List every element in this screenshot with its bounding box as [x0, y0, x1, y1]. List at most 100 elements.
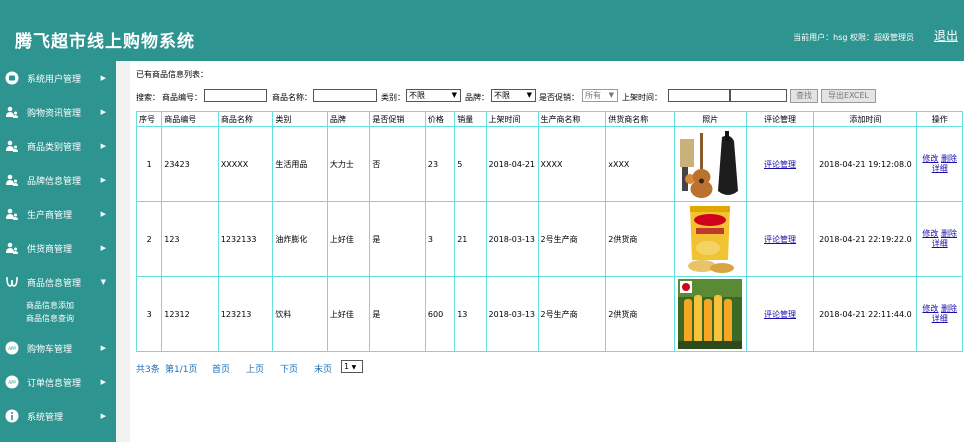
chevron-right-icon: ▶	[100, 74, 106, 82]
sidebar-item-supplier[interactable]: 供货商管理 ▶	[0, 231, 116, 265]
cell-photo	[673, 201, 747, 277]
delete-link[interactable]: 删除	[941, 154, 957, 163]
chevron-right-icon: ▶	[100, 210, 106, 218]
search-prefix: 搜索：	[136, 93, 160, 102]
col-header: 评论管理	[745, 111, 815, 127]
sidebar-item-system[interactable]: 系统管理 ▶	[0, 399, 116, 433]
logout-link[interactable]: 退出	[934, 27, 958, 44]
col-header: 价格	[424, 111, 456, 127]
cell-supplier: xXXX	[605, 126, 675, 202]
cell-name: 1232133	[217, 201, 274, 277]
cell-price: 600	[424, 276, 456, 352]
list-title: 已有商品信息列表：	[136, 70, 208, 79]
pager-next-link[interactable]: 下页	[280, 362, 298, 375]
pager-page: 第1/1页	[165, 365, 198, 375]
brand-select[interactable]: 不限 ▼	[491, 89, 536, 102]
product-code-input[interactable]	[204, 89, 267, 102]
cell-supplier: 2供货商	[605, 201, 675, 277]
delete-link[interactable]: 删除	[941, 304, 957, 313]
sidebar-item-cart[interactable]: APP 购物车管理 ▶	[0, 331, 116, 365]
product-photo-guitar[interactable]	[678, 129, 743, 199]
sidebar-item-label: 系统管理	[27, 412, 64, 423]
cell-comment: 评论管理	[745, 201, 815, 277]
search-button[interactable]: 查找	[790, 89, 818, 103]
detail-link[interactable]: 详细	[932, 239, 948, 248]
detail-link[interactable]: 详细	[932, 314, 948, 323]
sidebar-item-label: 购物车管理	[27, 344, 73, 355]
col-header: 序号	[135, 111, 163, 127]
comment-manage-link[interactable]: 评论管理	[764, 310, 796, 319]
product-table: 序号 商品编号 商品名称 类别 品牌 是否促销 价格 销量 上架时间 生产商名称…	[135, 111, 963, 352]
sidebar-item-category[interactable]: 商品类别管理 ▶	[0, 129, 116, 163]
sidebar-item-label: 供货商管理	[27, 244, 73, 255]
svg-text:APP: APP	[8, 346, 16, 351]
cell-sales: 5	[454, 126, 487, 202]
category-select[interactable]: 不限 ▼	[406, 89, 461, 102]
submenu-product-add[interactable]: 商品信息添加	[26, 299, 116, 312]
sidebar-item-label: 生产商管理	[27, 210, 73, 221]
sidebar-item-shopping-news[interactable]: 购物资讯管理 ▶	[0, 95, 116, 129]
sidebar-item-producer[interactable]: 生产商管理 ▶	[0, 197, 116, 231]
shelf-time-label: 上架时间：	[622, 93, 662, 102]
export-excel-button[interactable]: 导出EXCEL	[821, 89, 876, 103]
sidebar-item-system-users[interactable]: 系统用户管理 ▶	[0, 61, 116, 95]
table-header-row: 序号 商品编号 商品名称 类别 品牌 是否促销 价格 销量 上架时间 生产商名称…	[135, 111, 963, 127]
cell-comment: 评论管理	[745, 276, 815, 352]
submenu-product-query[interactable]: 商品信息查询	[26, 312, 116, 325]
cell-shelf-date: 2018-03-13	[485, 201, 539, 277]
delete-link[interactable]: 删除	[941, 229, 957, 238]
chevron-down-icon: ▼	[451, 91, 457, 99]
cell-actions: 修改 删除 详细	[916, 126, 963, 202]
shelf-time-start-input[interactable]	[668, 89, 730, 102]
comment-manage-link[interactable]: 评论管理	[764, 235, 796, 244]
cell-actions: 修改 删除 详细	[916, 201, 963, 277]
sidebar-item-product-info[interactable]: 商品信息管理 ▼	[0, 265, 116, 299]
pager-prev-link[interactable]: 上页	[246, 362, 264, 375]
omega-icon	[5, 275, 19, 289]
cell-supplier: 2供货商	[605, 276, 675, 352]
product-photo-chips[interactable]	[678, 204, 743, 274]
comment-manage-link[interactable]: 评论管理	[764, 160, 796, 169]
col-header: 照片	[673, 111, 747, 127]
chevron-right-icon: ▶	[100, 378, 106, 386]
pager-total: 共3条	[136, 365, 160, 375]
svg-text:APP: APP	[8, 380, 16, 385]
cell-category: 油炸膨化	[272, 201, 328, 277]
edit-link[interactable]: 修改	[922, 154, 938, 163]
shelf-time-end-input[interactable]	[730, 89, 787, 102]
people-icon	[5, 105, 19, 119]
page-select[interactable]: 1 ▼	[341, 360, 363, 373]
promo-label: 是否促销：	[539, 93, 579, 102]
edit-link[interactable]: 修改	[922, 304, 938, 313]
header-bar: 腾飞超市线上购物系统 当前用户：hsg 权限：超级管理员 退出	[0, 0, 964, 61]
sidebar-item-label: 系统用户管理	[27, 74, 82, 85]
product-name-input[interactable]	[313, 89, 377, 102]
pager-first-link[interactable]: 首页	[212, 362, 230, 375]
name-label: 商品名称：	[272, 93, 312, 102]
sidebar-item-orders[interactable]: APP 订单信息管理 ▶	[0, 365, 116, 399]
sidebar-item-label: 商品类别管理	[27, 142, 82, 153]
cell-shelf-date: 2018-03-13	[485, 276, 539, 352]
edit-link[interactable]: 修改	[922, 229, 938, 238]
cell-promo: 是	[369, 276, 426, 352]
col-header: 类别	[272, 111, 328, 127]
cell-no: 1	[135, 126, 163, 202]
cell-code: 12312	[161, 276, 219, 352]
cell-no: 2	[135, 201, 163, 277]
code-label: 商品编号：	[162, 93, 202, 102]
chevron-down-icon: ▼	[608, 91, 614, 99]
detail-link[interactable]: 详细	[932, 164, 948, 173]
col-header: 生产商名称	[537, 111, 607, 127]
promo-select[interactable]: 所有 ▼	[582, 89, 618, 102]
sidebar-divider	[116, 61, 130, 442]
product-photo-drinks[interactable]	[678, 279, 743, 349]
pager-last-link[interactable]: 末页	[314, 362, 332, 375]
cell-promo: 是	[369, 201, 426, 277]
cell-added-time: 2018-04-21 19:12:08.0	[813, 126, 918, 202]
people-icon	[5, 207, 19, 221]
sidebar-item-label: 订单信息管理	[27, 378, 82, 389]
chevron-down-icon: ▼	[526, 91, 532, 99]
sidebar-item-brand[interactable]: 品牌信息管理 ▶	[0, 163, 116, 197]
cell-promo: 否	[369, 126, 426, 202]
cell-sales: 13	[454, 276, 487, 352]
